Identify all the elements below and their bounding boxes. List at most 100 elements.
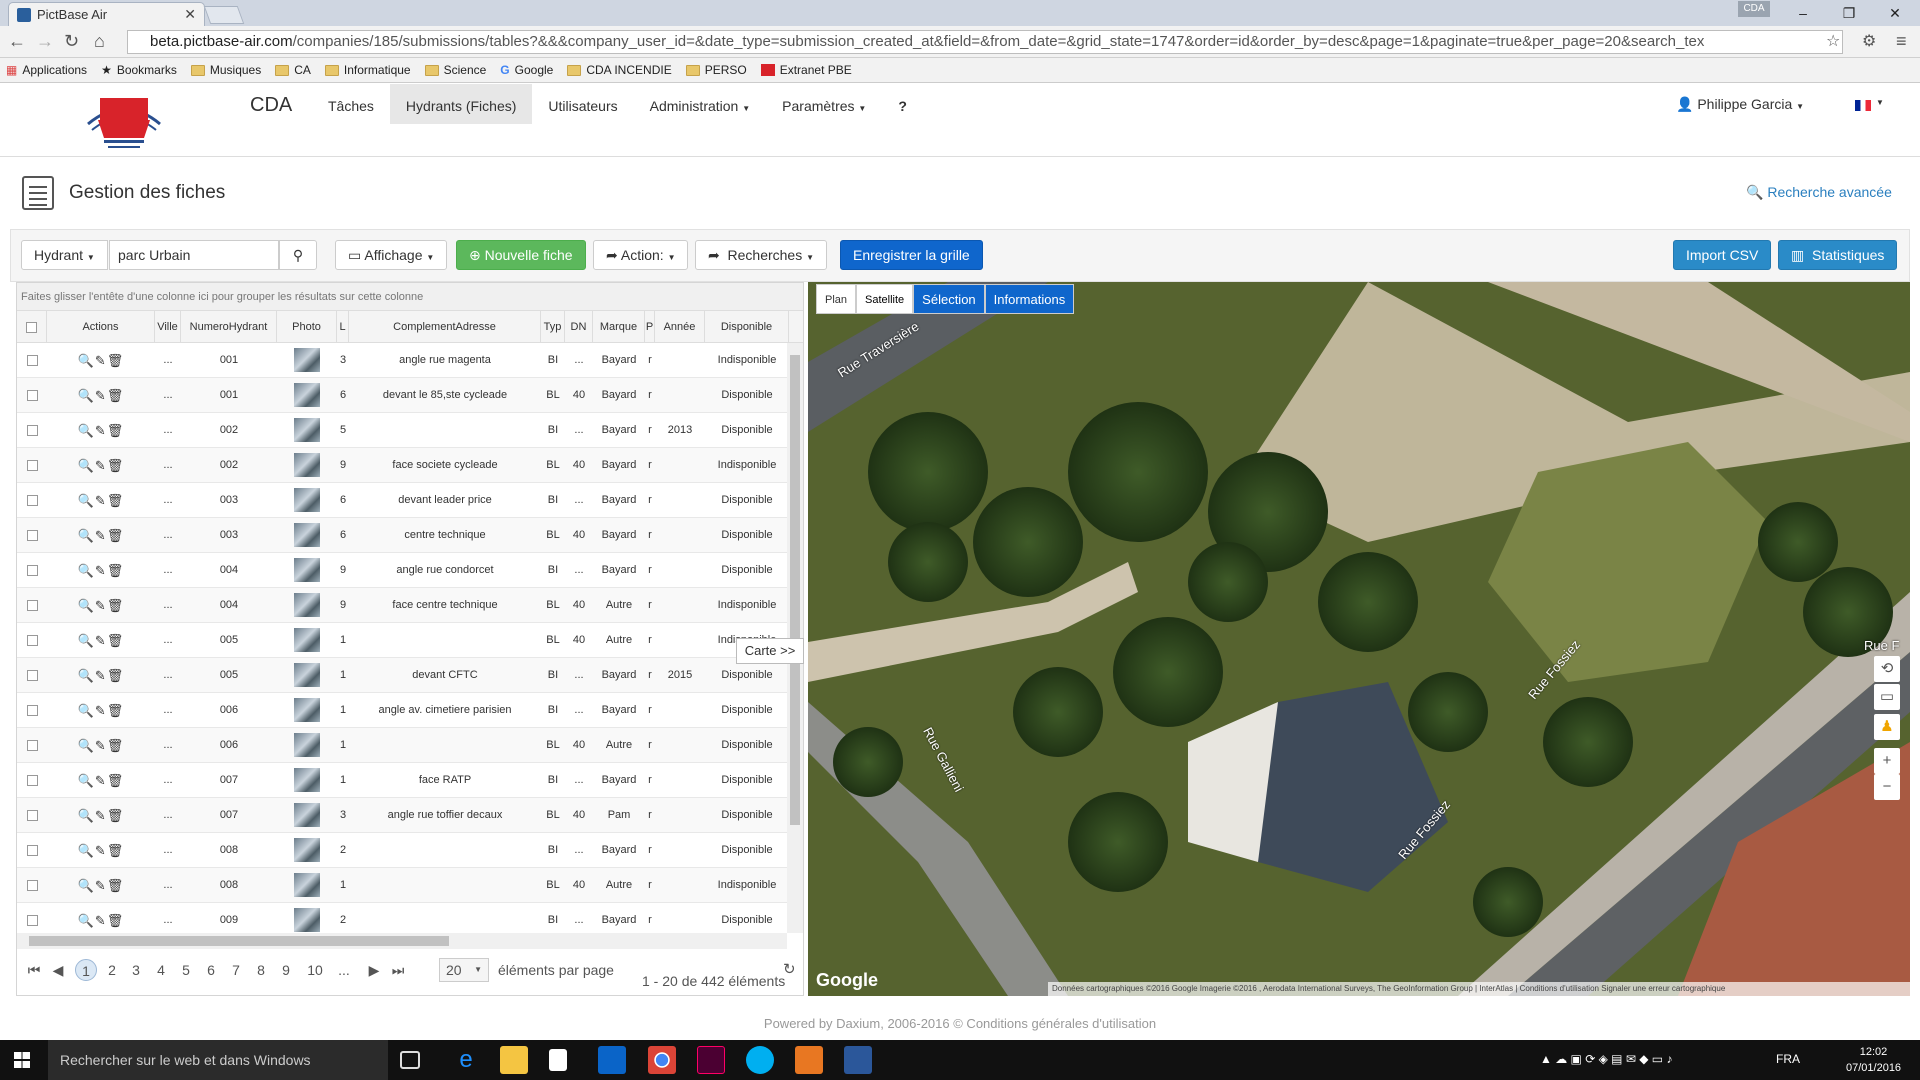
table-row[interactable]: 🔍✎🗑... 003 6 devant leader price BI... Bayard… xyxy=(17,483,787,518)
row-checkbox[interactable] xyxy=(26,424,38,436)
table-row[interactable]: 🔍✎🗑... 002 9 face societe cycleade BL 40 Bayar… xyxy=(17,448,787,483)
table-row[interactable]: 🔍✎🗑... 006 1 angle av. cimetiere parisien BI… xyxy=(17,693,787,728)
table-row[interactable]: 🔍✎🗑... 008 1 BL 40 Autre r Indisponible xyxy=(17,868,787,903)
view-icon[interactable]: 🔍 xyxy=(78,913,95,928)
table-row[interactable]: 🔍✎🗑...0051BL40AutrerIndisponible xyxy=(17,623,787,658)
photo-cell[interactable] xyxy=(277,798,337,833)
hydrant-photo-thumbnail[interactable] xyxy=(294,523,320,548)
rotate-map-icon[interactable]: ⟲ xyxy=(1874,656,1900,682)
photo-cell[interactable] xyxy=(277,413,337,448)
photo-cell[interactable] xyxy=(277,623,337,658)
menu-administration[interactable]: Administration ▼ xyxy=(634,84,767,124)
row-checkbox[interactable] xyxy=(26,529,38,541)
delete-icon[interactable]: 🗑 xyxy=(107,668,125,683)
taskbar-search-input[interactable]: Rechercher sur le web et dans Windows xyxy=(48,1040,388,1080)
map-attribution[interactable]: Données cartographiques ©2016 Google Ima… xyxy=(1048,982,1910,996)
col-disponible[interactable]: Disponible xyxy=(705,311,789,343)
table-row[interactable]: 🔍✎🗑... 001 6 devant le 85,ste cycleade BL 40 B… xyxy=(17,378,787,413)
hydrant-photo-thumbnail[interactable] xyxy=(294,593,320,618)
view-icon[interactable]: 🔍 xyxy=(78,388,95,403)
map-panel[interactable]: Rue Traversière Rue Gallieni Rue Fossiez… xyxy=(808,282,1910,996)
row-checkbox[interactable] xyxy=(26,564,38,576)
menu-utilisateurs[interactable]: Utilisateurs xyxy=(532,84,633,124)
filter-type-dropdown[interactable]: Hydrant ▼ xyxy=(21,240,108,270)
row-checkbox[interactable] xyxy=(26,739,38,751)
view-icon[interactable]: 🔍 xyxy=(78,703,95,718)
zoom-out-icon[interactable]: − xyxy=(1874,774,1900,800)
hydrant-photo-thumbnail[interactable] xyxy=(294,348,320,373)
page-3[interactable]: 3 xyxy=(125,959,147,981)
close-tab-icon[interactable]: ✕ xyxy=(184,6,196,23)
row-select-cell[interactable] xyxy=(17,343,47,378)
table-row[interactable]: 🔍✎🗑... 005 1 devant CFTC BI... Bayard r 2015 Dis… xyxy=(17,658,787,693)
photo-cell[interactable] xyxy=(277,903,337,933)
indesign-icon[interactable] xyxy=(697,1046,725,1074)
row-select-cell[interactable] xyxy=(17,553,47,588)
menu-help[interactable]: ? xyxy=(882,84,923,124)
delete-icon[interactable]: 🗑 xyxy=(107,773,125,788)
row-select-cell[interactable] xyxy=(17,833,47,868)
view-icon[interactable]: 🔍 xyxy=(78,668,95,683)
col-numero-hydrant[interactable]: NumeroHydrant xyxy=(181,311,277,343)
edit-icon[interactable]: ✎ xyxy=(95,773,107,788)
page-2[interactable]: 2 xyxy=(101,959,123,981)
view-icon[interactable]: 🔍 xyxy=(78,528,95,543)
taskbar-clock[interactable]: 12:02 07/01/2016 xyxy=(1846,1044,1901,1076)
page-9[interactable]: 9 xyxy=(275,959,297,981)
select-all-cell[interactable] xyxy=(17,311,47,343)
hydrant-photo-thumbnail[interactable] xyxy=(294,698,320,723)
new-record-button[interactable]: ⊕ Nouvelle fiche xyxy=(456,240,586,270)
tab-selection[interactable]: Sélection xyxy=(913,284,985,314)
table-row[interactable]: 🔍✎🗑... 007 1 face RATP BI... Bayard r Disponibl… xyxy=(17,763,787,798)
photo-cell[interactable] xyxy=(277,588,337,623)
col-ville[interactable]: Ville xyxy=(155,311,181,343)
map-tab-plan[interactable]: Plan xyxy=(816,284,857,314)
edit-icon[interactable]: ✎ xyxy=(95,493,107,508)
windows-start-icon[interactable] xyxy=(14,1052,30,1068)
delete-icon[interactable]: 🗑 xyxy=(107,563,125,578)
chrome-icon[interactable] xyxy=(648,1046,676,1074)
zoom-in-icon[interactable]: + xyxy=(1874,748,1900,774)
row-select-cell[interactable] xyxy=(17,588,47,623)
row-select-cell[interactable] xyxy=(17,378,47,413)
forward-icon[interactable]: → xyxy=(36,31,54,52)
language-indicator[interactable]: FRA xyxy=(1776,1052,1800,1066)
hydrant-photo-thumbnail[interactable] xyxy=(294,908,320,933)
photo-cell[interactable] xyxy=(277,658,337,693)
recherches-dropdown[interactable]: ➦ Recherches ▼ xyxy=(695,240,828,270)
col-marque[interactable]: Marque xyxy=(593,311,645,343)
system-tray-icons[interactable]: ▲ ☁ ▣ ⟳ ◈ ▤ ✉ ◆ ▭ ♪ xyxy=(1540,1052,1672,1066)
view-icon[interactable]: 🔍 xyxy=(78,878,95,893)
photo-cell[interactable] xyxy=(277,483,337,518)
skype-icon[interactable] xyxy=(746,1046,774,1074)
row-select-cell[interactable] xyxy=(17,798,47,833)
edit-icon[interactable]: ✎ xyxy=(95,913,107,928)
tab-informations[interactable]: Informations xyxy=(984,284,1075,314)
row-checkbox[interactable] xyxy=(26,354,38,366)
photo-cell[interactable] xyxy=(277,343,337,378)
col-l[interactable]: L xyxy=(337,311,349,343)
view-icon[interactable]: 🔍 xyxy=(78,423,95,438)
menu-taches[interactable]: Tâches xyxy=(312,84,390,124)
hydrant-photo-thumbnail[interactable] xyxy=(294,558,320,583)
edit-icon[interactable]: ✎ xyxy=(95,633,107,648)
delete-icon[interactable]: 🗑 xyxy=(107,703,125,718)
maximize-icon[interactable]: ❐ xyxy=(1826,0,1872,26)
page-4[interactable]: 4 xyxy=(150,959,172,981)
french-flag-icon[interactable] xyxy=(1855,100,1871,111)
row-select-cell[interactable] xyxy=(17,483,47,518)
affichage-button[interactable]: ▭ Affichage ▼ xyxy=(335,240,448,270)
row-checkbox[interactable] xyxy=(26,844,38,856)
row-select-cell[interactable] xyxy=(17,693,47,728)
grid-horizontal-scrollbar[interactable] xyxy=(17,933,787,949)
table-row[interactable]: 🔍✎🗑... 004 9 angle rue condorcet BI... Bayard… xyxy=(17,553,787,588)
view-icon[interactable]: 🔍 xyxy=(78,633,95,648)
delete-icon[interactable]: 🗑 xyxy=(107,808,125,823)
hydrant-photo-thumbnail[interactable] xyxy=(294,663,320,688)
per-page-select[interactable]: 20 ▼ xyxy=(439,958,489,982)
row-select-cell[interactable] xyxy=(17,448,47,483)
delete-icon[interactable]: 🗑 xyxy=(107,843,125,858)
hydrant-photo-thumbnail[interactable] xyxy=(294,488,320,513)
delete-icon[interactable]: 🗑 xyxy=(107,913,125,928)
row-select-cell[interactable] xyxy=(17,518,47,553)
